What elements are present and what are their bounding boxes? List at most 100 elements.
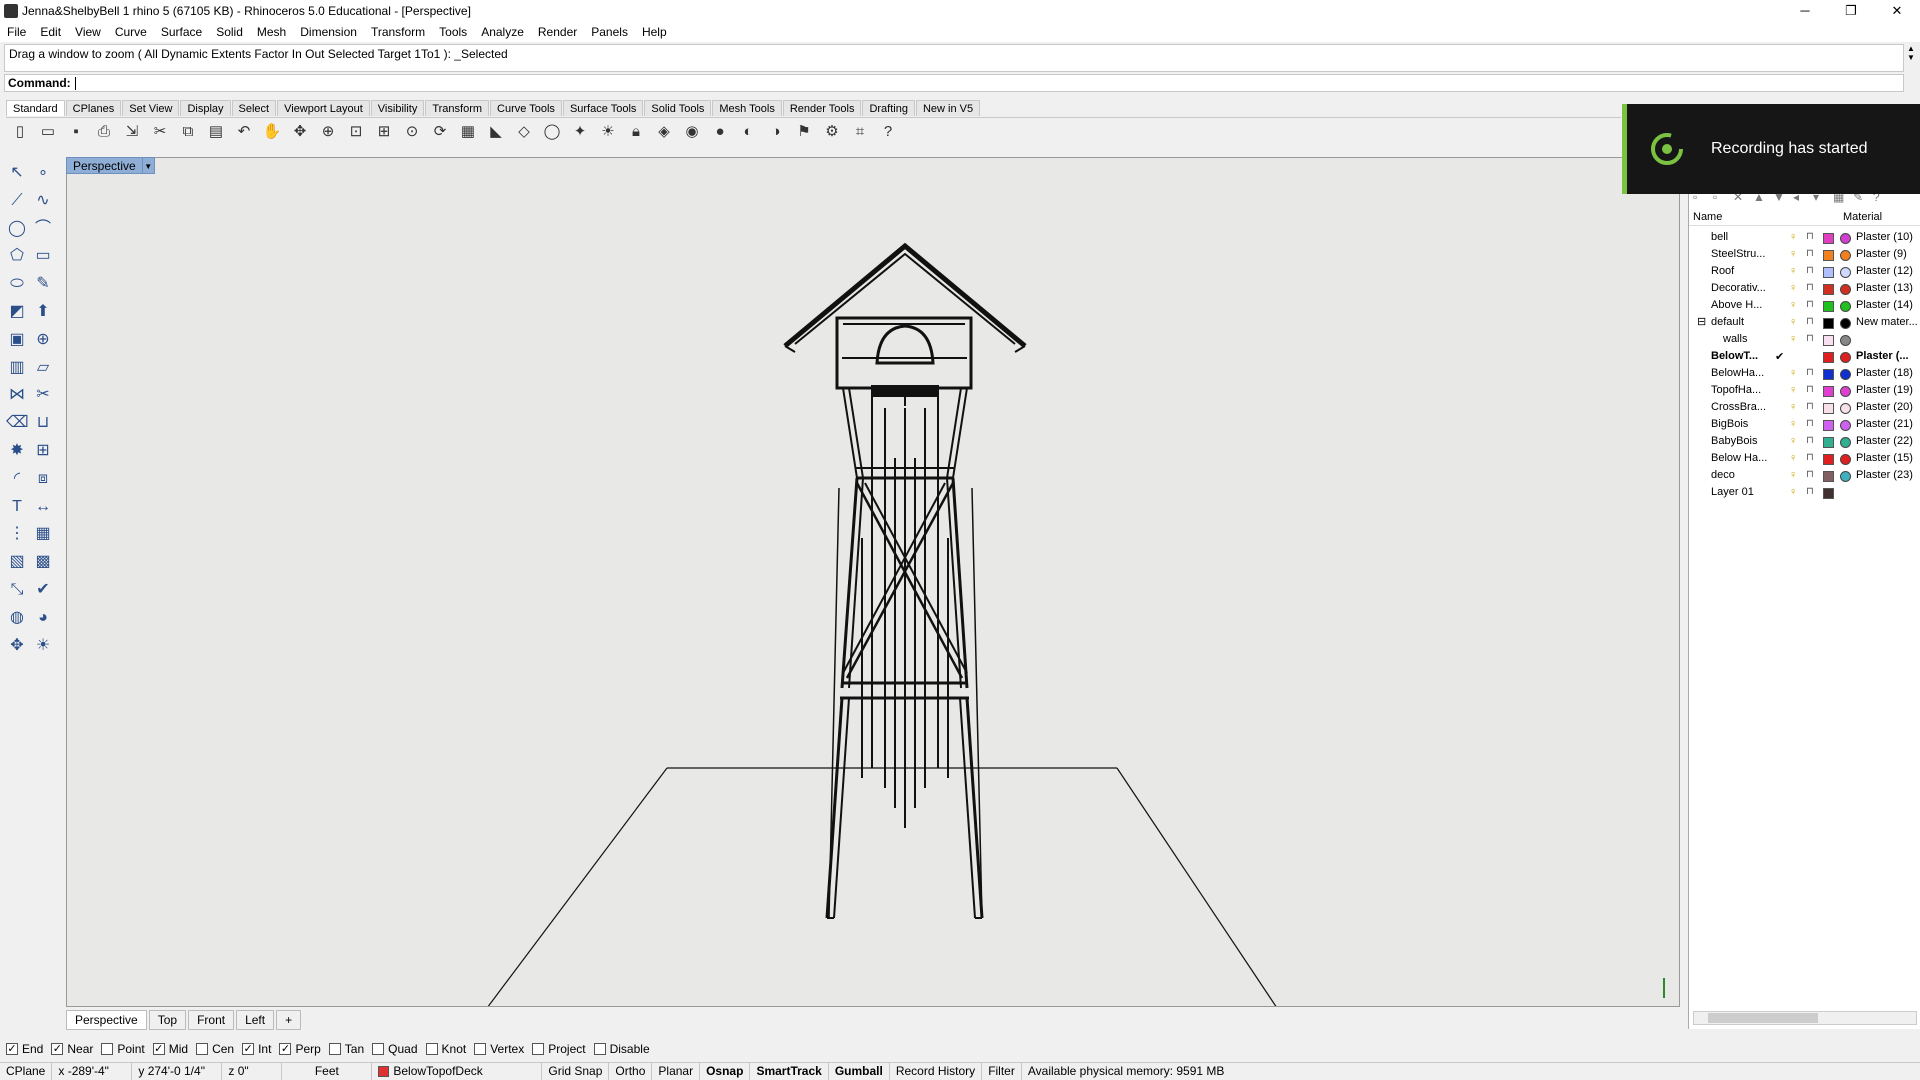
layer-color-swatch[interactable] [1823,420,1834,431]
viewport-tab-front[interactable]: Front [188,1010,235,1030]
rotate-view-icon[interactable]: ⟳ [430,122,450,142]
visibility-bulb-icon[interactable]: ♀ [1789,282,1797,294]
layer-material[interactable]: Plaster (15) [1856,452,1920,464]
sphere-icon[interactable]: ● [710,122,730,142]
extrude-icon[interactable]: ⬆ [32,301,54,323]
layer-material[interactable]: Plaster (10) [1856,231,1920,243]
mesh-icon[interactable]: ⋈ [6,384,28,406]
material-sphere-icon[interactable] [1840,352,1851,363]
ellipse-icon[interactable]: ⬭ [6,273,28,295]
zoom-in-icon[interactable]: ⊕ [318,122,338,142]
material-column-header[interactable]: Material [1843,211,1882,223]
layer-row[interactable]: SteelStru... ♀ ⊓ Plaster (9) [1689,247,1920,264]
lock-icon[interactable]: ⊓ [1806,435,1814,446]
layer-color-swatch[interactable] [1823,471,1834,482]
layer-color-swatch[interactable] [1823,454,1834,465]
join-icon[interactable]: ⊔ [32,412,54,434]
import-icon[interactable]: ⇲ [122,122,142,142]
units-status[interactable]: Feet [282,1063,373,1080]
layer-color-swatch[interactable] [1823,369,1834,380]
layer-material[interactable]: Plaster (18) [1856,367,1920,379]
layer-row[interactable]: walls ♀ ⊓ [1689,332,1920,349]
perspective-viewport[interactable] [66,157,1680,1007]
color-icon[interactable]: ◉ [682,122,702,142]
visibility-bulb-icon[interactable]: ♀ [1789,486,1797,498]
gumball-toggle[interactable]: Gumball [829,1063,890,1080]
menu-edit[interactable]: Edit [33,25,68,39]
layer-name[interactable]: walls [1723,333,1785,345]
material-sphere-icon[interactable] [1840,318,1851,329]
toolbar-tab-surface-tools[interactable]: Surface Tools [562,100,644,116]
viewport-menu-arrow-icon[interactable]: ▼ [142,157,155,174]
menu-tools[interactable]: Tools [432,25,474,39]
record-history-toggle[interactable]: Record History [890,1063,983,1080]
print-icon[interactable]: ⎙ [94,122,114,142]
layer-row[interactable]: CrossBra... ♀ ⊓ Plaster (20) [1689,400,1920,417]
toolbar-tab-standard[interactable]: Standard [6,100,65,116]
layer-name[interactable]: BabyBois [1711,435,1773,447]
layer-name[interactable]: CrossBra... [1711,401,1773,413]
menu-surface[interactable]: Surface [154,25,209,39]
box-icon[interactable]: ▣ [6,329,28,351]
menu-help[interactable]: Help [635,25,674,39]
osnap-knot[interactable]: Knot [425,1042,466,1056]
toolbar-tab-select[interactable]: Select [231,100,277,116]
osnap-toggle[interactable]: Osnap [700,1063,751,1080]
material-sphere-icon[interactable] [1840,250,1851,261]
osnap-checkbox[interactable]: ✓ [51,1043,64,1055]
ortho-toggle[interactable]: Ortho [609,1063,653,1080]
material-sphere-icon[interactable] [1840,233,1851,244]
viewport-name[interactable]: Perspective [66,157,143,174]
layer-color-swatch[interactable] [1823,301,1834,312]
fillet-icon[interactable]: ◜ [6,468,28,490]
material-sphere-icon[interactable] [1840,369,1851,380]
toolbar-tab-mesh-tools[interactable]: Mesh Tools [712,100,782,116]
menu-view[interactable]: View [68,25,108,39]
layer-row[interactable]: Decorativ... ♀ ⊓ Plaster (13) [1689,281,1920,298]
current-layer-status[interactable]: BelowTopofDeck [372,1063,543,1080]
lock-icon[interactable]: ⊓ [1806,367,1814,378]
offset-icon[interactable]: ⧈ [32,468,54,490]
transform-icon[interactable]: ⤡ [6,579,28,601]
lock-icon[interactable]: ⊓ [1806,486,1814,497]
layer-horizontal-scrollbar[interactable] [1693,1011,1917,1025]
visibility-bulb-icon[interactable]: ♀ [1789,299,1797,311]
layer-material[interactable]: Plaster (14) [1856,299,1920,311]
render-icon[interactable]: ◐ [738,122,758,142]
point-icon[interactable]: ✦ [570,122,590,142]
rectangle-icon[interactable]: ▭ [32,245,54,267]
osnap-disable[interactable]: Disable [593,1042,650,1056]
car-icon[interactable]: ◣ [486,122,506,142]
layer-row[interactable]: deco ♀ ⊓ Plaster (23) [1689,468,1920,485]
osnap-project[interactable]: Project [532,1042,586,1056]
cplane-status[interactable]: CPlane [0,1063,53,1080]
viewport-tab-top[interactable]: Top [148,1010,187,1030]
smarttrack-toggle[interactable]: SmartTrack [750,1063,829,1080]
layer-row[interactable]: ⊟ default ♀ ⊓ New mater... [1689,315,1920,332]
cylinder-icon[interactable]: ▥ [6,357,28,379]
osnap-vertex[interactable]: Vertex [474,1042,524,1056]
visibility-bulb-icon[interactable]: ♀ [1789,384,1797,396]
visibility-bulb-icon[interactable]: ♀ [1789,231,1797,243]
menu-panels[interactable]: Panels [584,25,635,39]
osnap-checkbox[interactable] [532,1043,545,1055]
light-icon[interactable]: ☀ [598,122,618,142]
visibility-bulb-icon[interactable]: ♀ [1789,435,1797,447]
layer-material[interactable]: Plaster (19) [1856,384,1920,396]
layer-color-swatch[interactable] [1823,335,1834,346]
layer-name[interactable]: Below Ha... [1711,452,1773,464]
toolbar-tab-curve-tools[interactable]: Curve Tools [490,100,562,116]
osnap-near[interactable]: ✓ Near [51,1042,93,1056]
block-icon[interactable]: ▦ [32,523,54,545]
help-icon[interactable]: ? [878,122,898,142]
toolbar-tab-solid-tools[interactable]: Solid Tools [644,100,712,116]
viewport-tab-perspective[interactable]: Perspective [66,1010,147,1030]
layout-icon[interactable]: ▧ [6,551,28,573]
material-icon[interactable]: ◈ [654,122,674,142]
scrollbar-thumb[interactable] [1708,1013,1818,1023]
osnap-checkbox[interactable] [101,1043,114,1055]
osnap-point[interactable]: Point [101,1042,145,1056]
menu-render[interactable]: Render [531,25,584,39]
paste-icon[interactable]: ▤ [206,122,226,142]
layer-color-swatch[interactable] [1823,437,1834,448]
